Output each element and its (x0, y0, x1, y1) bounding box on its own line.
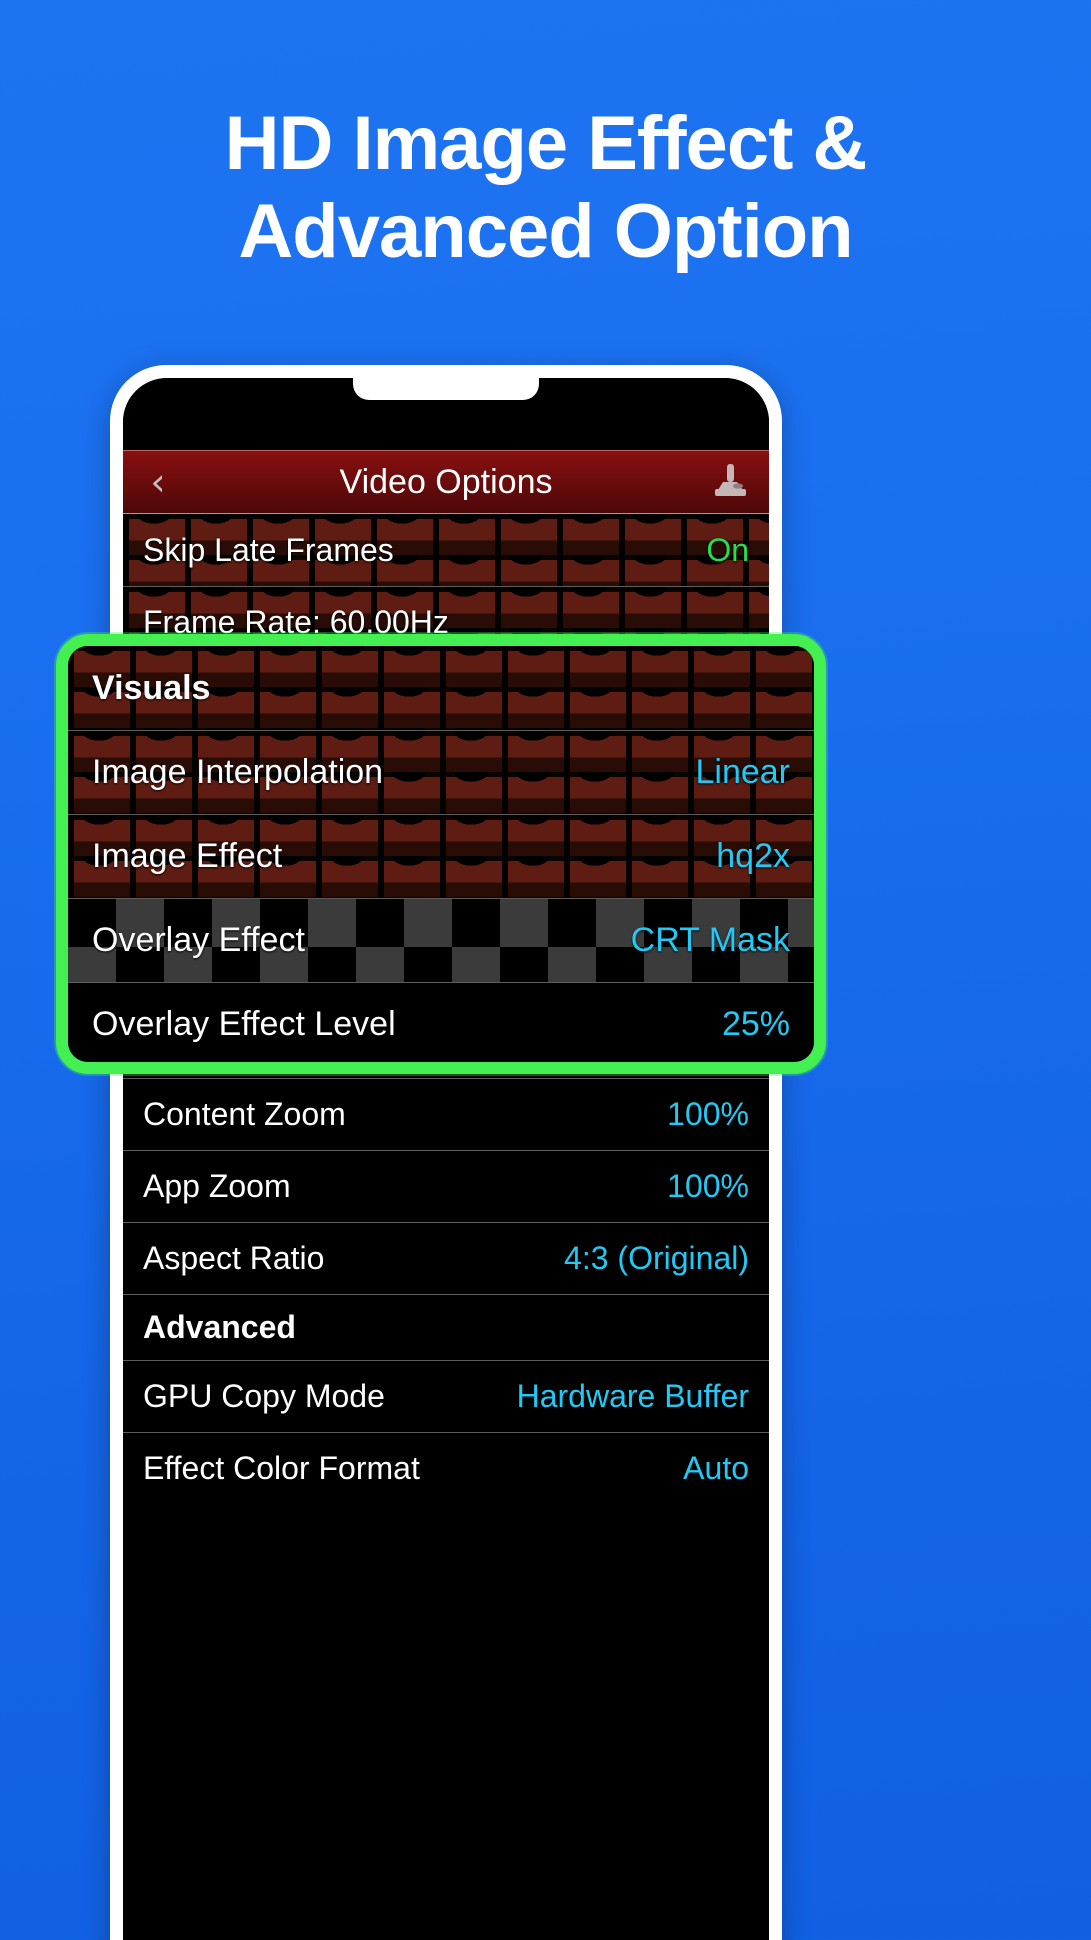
header-title: Video Options (339, 462, 553, 501)
settings-row[interactable]: Content Zoom 100% (123, 1078, 769, 1150)
settings-row-label: Visuals (143, 673, 255, 709)
settings-row-label: Aspect Ratio (143, 1240, 325, 1276)
settings-row[interactable]: Advanced (123, 1294, 769, 1360)
settings-row-label: Content Zoom (143, 1096, 346, 1132)
settings-row-value: Hardware Buffer (516, 1378, 749, 1414)
headline-line-1: HD Image Effect & (224, 101, 868, 186)
settings-row[interactable]: Aspect Ratio 4:3 (Original) (123, 1222, 769, 1294)
settings-row[interactable]: GPU Copy Mode Hardware Buffer (123, 1360, 769, 1432)
joystick-icon[interactable] (709, 460, 751, 505)
settings-row[interactable]: Overlay Effect Level 25% (123, 940, 769, 1012)
settings-list: Skip Late Frames On Frame Rate: 60.00Hz Vis… (123, 514, 769, 1504)
settings-row[interactable]: Frame Rate: 60.00Hz (123, 586, 769, 658)
settings-row-value: 100% (667, 1168, 749, 1204)
settings-row-label: Overlay Effect Level (143, 958, 429, 994)
phone-notch (353, 378, 539, 400)
settings-row[interactable]: Visuals (123, 658, 769, 724)
settings-row-label: Image Effect (143, 814, 323, 850)
settings-row[interactable]: Effect Color Format Auto (123, 1432, 769, 1504)
headline-line-2: Advanced Option (238, 189, 853, 274)
settings-row-label: GPU Copy Mode (143, 1378, 385, 1414)
settings-row-label: Screen Shape (143, 1027, 355, 1063)
settings-row-label: Image Interpolation (143, 742, 417, 778)
settings-row[interactable]: App Zoom 100% (123, 1150, 769, 1222)
settings-row[interactable]: Screen Shape (123, 1012, 769, 1078)
settings-row-value: 100% (667, 1096, 749, 1132)
app-header: ‹ Video Options (123, 450, 769, 514)
settings-row-label: App Zoom (143, 1168, 291, 1204)
page-title: HD Image Effect & Advanced Option (0, 100, 1091, 276)
settings-row-label: Overlay Effect (143, 886, 344, 922)
settings-row-value: On (706, 531, 749, 568)
settings-row[interactable]: Overlay Effect CRT Mask (123, 868, 769, 940)
chevron-left-icon[interactable]: ‹ (141, 462, 175, 502)
settings-row-value: CRT Mask (599, 886, 749, 922)
settings-row-value: 25% (684, 958, 749, 994)
settings-row[interactable]: Skip Late Frames On (123, 514, 769, 586)
settings-row[interactable]: Image Effect hq2x (123, 796, 769, 868)
settings-row-value: Linear (660, 742, 749, 778)
settings-row-value: 4:3 (Original) (564, 1240, 749, 1276)
phone-mockup: ‹ Video Options Skip Late Frames On Frame … (110, 365, 782, 1940)
settings-row-value: hq2x (679, 814, 749, 850)
settings-row-label: Skip Late Frames (143, 531, 394, 568)
settings-row[interactable]: Image Interpolation Linear (123, 724, 769, 796)
settings-row-label: Effect Color Format (143, 1450, 420, 1486)
settings-row-label: Advanced (143, 1309, 296, 1345)
settings-row-value: Auto (683, 1450, 749, 1486)
phone-screen: ‹ Video Options Skip Late Frames On Frame … (123, 378, 769, 1940)
settings-row-label: Frame Rate: 60.00Hz (143, 604, 449, 640)
